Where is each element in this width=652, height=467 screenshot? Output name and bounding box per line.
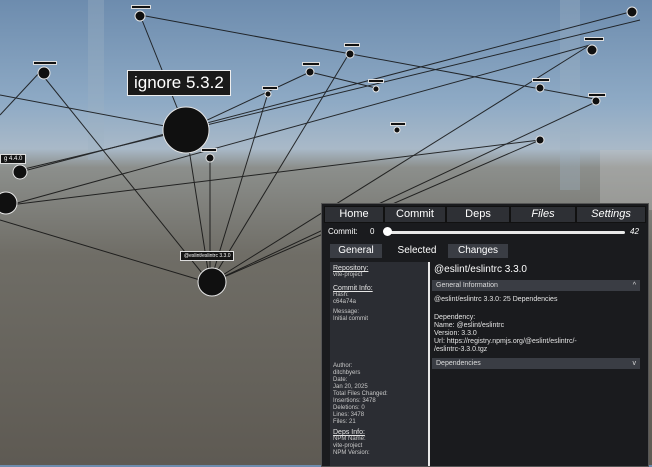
graph-node xyxy=(591,96,601,106)
dependency-name: Name: @eslint/eslintrc xyxy=(434,322,505,329)
tab-deps[interactable]: Deps xyxy=(446,206,510,223)
author-value: ditchbyers xyxy=(333,370,361,376)
tab-settings[interactable]: Settings xyxy=(576,206,646,223)
deps-info-heading: Deps Info: xyxy=(333,429,365,436)
tab-home[interactable]: Home xyxy=(324,206,384,223)
commit-slider-thumb[interactable] xyxy=(383,227,392,236)
graph-node xyxy=(345,49,355,59)
graph-node xyxy=(535,135,545,145)
pillar xyxy=(88,0,104,160)
subtab-general[interactable]: General xyxy=(330,244,382,258)
dependencies-label: Dependencies xyxy=(436,360,481,367)
graph-node xyxy=(12,164,28,180)
graph-node xyxy=(372,85,380,93)
graph-node xyxy=(0,191,18,215)
pillar xyxy=(560,0,580,190)
repository-name: vite-project xyxy=(333,272,363,278)
graph-node xyxy=(393,126,401,134)
selected-detail: @eslint/eslintrc 3.3.0 General Informati… xyxy=(432,262,646,466)
graph-node xyxy=(626,6,638,18)
graph-node xyxy=(586,44,598,56)
dependency-url: Url: https://registry.npmjs.org/@eslint/… xyxy=(434,338,577,345)
dependency-label: Dependency: xyxy=(434,314,476,321)
files-value: Files: 21 xyxy=(333,419,356,425)
dependency-url-cont: /eslintrc-3.3.0.tgz xyxy=(434,346,488,353)
node-label-focused: @eslint/eslintrc 3.3.0 xyxy=(180,251,235,261)
node-label-tiny xyxy=(344,43,360,47)
repository-info-column: Repository: vite-project Commit Info: Ha… xyxy=(330,262,428,466)
hash-label: Hash: xyxy=(333,292,349,298)
author-label: Author: xyxy=(333,363,353,369)
commit-slider-row: Commit: 0 42 xyxy=(328,226,644,238)
date-label: Date: xyxy=(333,377,348,383)
column-divider xyxy=(428,262,430,466)
chevron-down-icon: v xyxy=(632,360,637,367)
date-value: Jan 20, 2025 xyxy=(333,384,368,390)
subtab-selected[interactable]: Selected xyxy=(392,244,442,258)
selected-title: @eslint/eslintrc 3.3.0 xyxy=(434,264,527,275)
tab-files[interactable]: Files xyxy=(510,206,576,223)
npm-name-label: NPM Name: xyxy=(333,436,366,442)
commit-slider-max: 42 xyxy=(630,227,639,236)
nav-tabbar: Home Commit Deps Files Settings xyxy=(322,206,648,223)
node-label-tiny xyxy=(588,93,606,97)
chevron-up-icon: ^ xyxy=(632,282,636,289)
total-files-label: Total Files Changed: xyxy=(333,391,388,397)
repository-heading: Repository: xyxy=(333,265,369,272)
info-panel: Home Commit Deps Files Settings Commit: … xyxy=(321,203,649,467)
dependency-summary: @eslint/eslintrc 3.3.0: 25 Dependencies xyxy=(434,296,558,303)
graph-node xyxy=(535,83,545,93)
graph-node xyxy=(205,153,215,163)
node-label-tiny xyxy=(390,122,406,126)
subtab-changes[interactable]: Changes xyxy=(448,244,508,258)
pillar xyxy=(600,150,652,210)
commit-slider-label: Commit: xyxy=(328,227,358,236)
node-label-tiny xyxy=(368,79,384,83)
node-label-tiny xyxy=(33,61,57,65)
commit-info-heading: Commit Info: xyxy=(333,285,373,292)
node-label-tiny xyxy=(584,37,604,41)
node-label-tiny xyxy=(302,62,320,66)
node-label-side: g 4.4.0 xyxy=(0,154,27,164)
insertions-value: Insertions: 3478 xyxy=(333,398,376,404)
general-information-header[interactable]: General Information ^ xyxy=(432,280,640,291)
node-label-ignore: ignore 5.3.2 xyxy=(127,70,231,96)
hash-value: c64a74a xyxy=(333,299,357,305)
npm-version-label: NPM Version: xyxy=(333,450,370,456)
tab-commit[interactable]: Commit xyxy=(384,206,446,223)
graph-node xyxy=(264,90,272,98)
node-label-tiny xyxy=(262,86,278,90)
graph-node xyxy=(305,67,315,77)
node-label-tiny xyxy=(532,78,550,82)
message-value: Initial commit xyxy=(333,316,369,322)
lines-value: Lines: 3478 xyxy=(333,412,365,418)
general-information-label: General Information xyxy=(436,282,498,289)
commit-slider-track[interactable] xyxy=(385,231,625,234)
dependencies-header[interactable]: Dependencies v xyxy=(432,358,640,369)
graph-node xyxy=(134,10,146,22)
graph-node-focused xyxy=(197,267,227,297)
npm-name-value: vite-project xyxy=(333,443,363,449)
node-label-tiny xyxy=(201,148,217,152)
commit-slider-min: 0 xyxy=(370,227,375,236)
message-label: Message: xyxy=(333,309,360,315)
deletions-value: Deletions: 0 xyxy=(333,405,365,411)
graph-node xyxy=(37,66,51,80)
dependency-version: Version: 3.3.0 xyxy=(434,330,477,337)
graph-node-large xyxy=(162,106,210,154)
node-label-tiny xyxy=(131,5,151,9)
